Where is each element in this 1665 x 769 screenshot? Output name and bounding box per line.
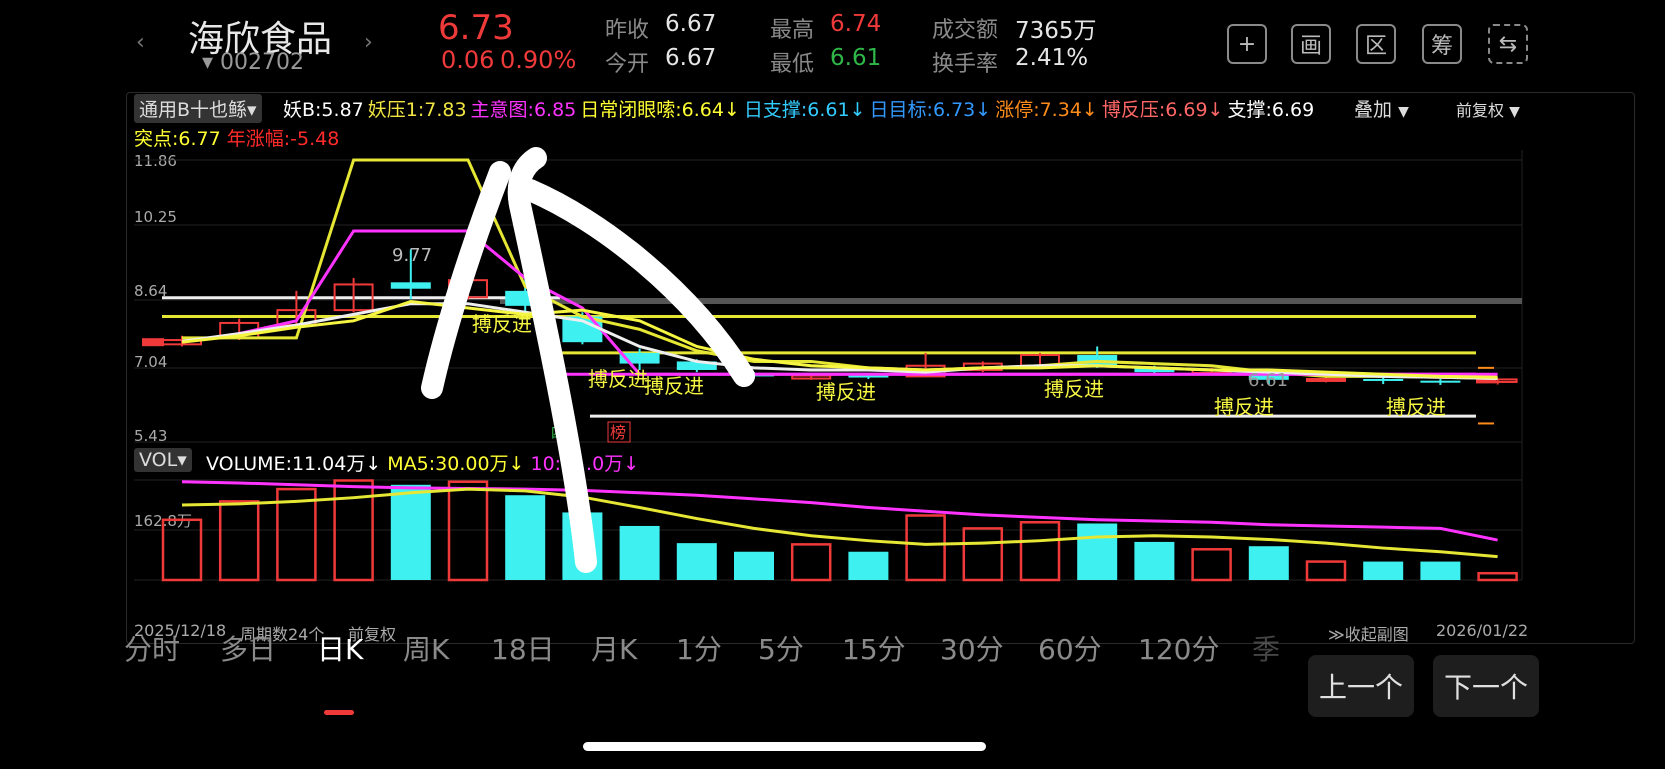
volume-bar bbox=[1191, 548, 1232, 582]
volume-bar bbox=[1019, 521, 1061, 582]
volume-bar bbox=[161, 518, 203, 582]
volume-bar bbox=[1363, 561, 1404, 580]
signal-label: 搏反进 bbox=[588, 367, 648, 391]
collapse-subchart-button[interactable]: ≫收起副图 bbox=[1328, 621, 1409, 645]
prev-stock-button[interactable]: 上一个 bbox=[1308, 655, 1414, 717]
tab-10[interactable]: 60分 bbox=[1038, 628, 1102, 668]
volume-bar bbox=[390, 484, 431, 580]
tab-1[interactable]: 多日 bbox=[220, 628, 276, 668]
price-marker bbox=[142, 338, 164, 347]
indicator-curve bbox=[182, 158, 1498, 381]
tab-11[interactable]: 120分 bbox=[1138, 628, 1219, 668]
home-indicator[interactable] bbox=[583, 742, 986, 751]
candle-body bbox=[848, 375, 889, 378]
volume-bar bbox=[962, 527, 1004, 582]
volume-bar bbox=[505, 495, 546, 580]
volume-bar bbox=[1134, 541, 1175, 580]
volume-bar bbox=[676, 543, 717, 580]
tag-label: 榜 bbox=[610, 423, 626, 442]
tab-2[interactable]: 日K bbox=[317, 628, 363, 668]
volume-bar bbox=[848, 551, 889, 580]
volume-bar bbox=[790, 543, 832, 582]
signal-label: 搏反进 bbox=[472, 312, 532, 336]
active-tab-indicator bbox=[324, 710, 354, 715]
resistance-band bbox=[500, 298, 1522, 304]
price-annotation: 6.61 bbox=[1248, 370, 1288, 391]
end-date: 2026/01/22 bbox=[1436, 621, 1529, 640]
signal-label: 搏反进 bbox=[1214, 395, 1274, 419]
tab-9[interactable]: 30分 bbox=[940, 628, 1004, 668]
tab-8[interactable]: 15分 bbox=[842, 628, 906, 668]
volume-bar bbox=[1420, 561, 1461, 580]
indicator-curve bbox=[181, 300, 1498, 379]
signal-label: 搏反进 bbox=[644, 374, 704, 398]
tab-4[interactable]: 18日 bbox=[491, 628, 555, 668]
tab-6[interactable]: 1分 bbox=[676, 628, 722, 668]
candle-body bbox=[390, 282, 431, 289]
candle-body bbox=[1306, 377, 1346, 382]
volume-bar bbox=[1077, 523, 1118, 580]
volume-ma-curve bbox=[181, 487, 1498, 559]
tab-5[interactable]: 月K bbox=[591, 628, 637, 668]
tab-12[interactable]: 季 bbox=[1252, 628, 1280, 668]
volume-bar bbox=[734, 551, 774, 580]
tab-0[interactable]: 分时 bbox=[124, 628, 180, 668]
signal-label: 搏反进 bbox=[1044, 377, 1104, 401]
signal-label: 搏反进 bbox=[816, 380, 876, 404]
candle-body bbox=[1420, 380, 1461, 383]
candle-body bbox=[1363, 378, 1404, 381]
freehand-stroke bbox=[421, 161, 511, 399]
freehand-stroke bbox=[519, 179, 755, 387]
volume-bar bbox=[1248, 546, 1289, 580]
volume-bar bbox=[619, 525, 660, 580]
volume-bar bbox=[905, 514, 946, 582]
signal-label: 搏反进 bbox=[1386, 395, 1446, 419]
price-annotation: 9.77 bbox=[392, 245, 432, 266]
volume-ma-curve bbox=[181, 480, 1498, 542]
next-stock-button[interactable]: 下一个 bbox=[1433, 655, 1539, 717]
volume-bar bbox=[447, 480, 489, 582]
volume-bar bbox=[218, 500, 260, 582]
volume-bar bbox=[1477, 571, 1518, 582]
tab-7[interactable]: 5分 bbox=[758, 628, 804, 668]
tab-3[interactable]: 周K bbox=[403, 628, 449, 668]
volume-bar bbox=[1305, 560, 1347, 582]
